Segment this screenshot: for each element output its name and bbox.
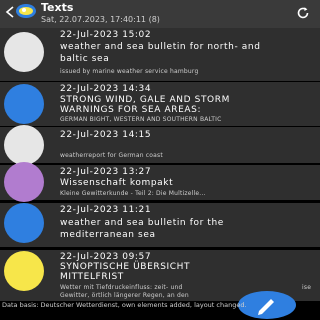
title-bar: Texts Sat, 22.07.2023, 17:40:11 (8): [0, 0, 320, 28]
item-date: 22-Jul-2023 11:21: [60, 205, 152, 215]
item-summary-end: ise: [302, 284, 312, 291]
refresh-icon[interactable]: [296, 6, 310, 20]
list-item[interactable]: 22-Jul-2023 14:15 weatherreport for Germ…: [0, 125, 320, 165]
page-subtitle: Sat, 22.07.2023, 17:40:11 (8): [41, 15, 160, 24]
item-title-2: WARNINGS FOR SEA AREAS:: [60, 105, 202, 115]
category-dot: [4, 251, 44, 291]
item-title: weather and sea bulletin for the: [60, 218, 224, 228]
category-dot: [4, 84, 44, 124]
item-date: 22-Jul-2023 09:57: [60, 252, 152, 262]
category-dot: [4, 32, 44, 72]
item-summary: weatherreport for German coast: [60, 152, 163, 159]
page-title: Texts: [41, 1, 74, 14]
item-date: 22-Jul-2023 13:27: [60, 167, 152, 177]
category-dot: [4, 125, 44, 165]
item-summary: Wetter mit Tiefdruckeinfluss: zeit- und: [60, 284, 183, 291]
list-item[interactable]: 22-Jul-2023 14:34 STRONG WIND, GALE AND …: [0, 82, 320, 126]
category-dot: [4, 203, 44, 243]
item-date: 22-Jul-2023 14:15: [60, 130, 152, 140]
item-summary: GERMAN BIGHT, WESTERN AND SOUTHERN BALTI…: [60, 116, 222, 123]
item-title: SYNOPTISCHE ÜBERSICHT: [60, 262, 191, 272]
item-summary: Kleine Gewitterkunde - Teil 2: Die Multi…: [60, 190, 206, 197]
item-title-2: mediterranean sea: [60, 230, 156, 240]
item-title-2: MITTELFRIST: [60, 272, 124, 282]
list-item[interactable]: 22-Jul-2023 13:27 Wissenschaft kompakt K…: [0, 162, 320, 202]
category-dot: [4, 162, 44, 202]
list-item[interactable]: 22-Jul-2023 11:21 weather and sea bullet…: [0, 203, 320, 247]
item-title: weather and sea bulletin for north- and: [60, 42, 261, 52]
item-summary-2: Gewitter, örtlich längerer Regen, an den: [60, 292, 189, 299]
data-source-note: Data basis: Deutscher Wetterdienst, own …: [2, 301, 247, 309]
app-logo-icon: [16, 4, 36, 18]
item-title: STRONG WIND, GALE AND STORM: [60, 95, 230, 105]
item-title: Wissenschaft kompakt: [60, 178, 174, 188]
item-date: 22-Jul-2023 14:34: [60, 84, 152, 94]
item-summary: issued by marine weather service hamburg: [60, 68, 199, 75]
item-date: 22-Jul-2023 15:02: [60, 30, 152, 40]
item-title-2: baltic sea: [60, 54, 110, 64]
list-item[interactable]: 22-Jul-2023 15:02 weather and sea bullet…: [0, 28, 320, 81]
